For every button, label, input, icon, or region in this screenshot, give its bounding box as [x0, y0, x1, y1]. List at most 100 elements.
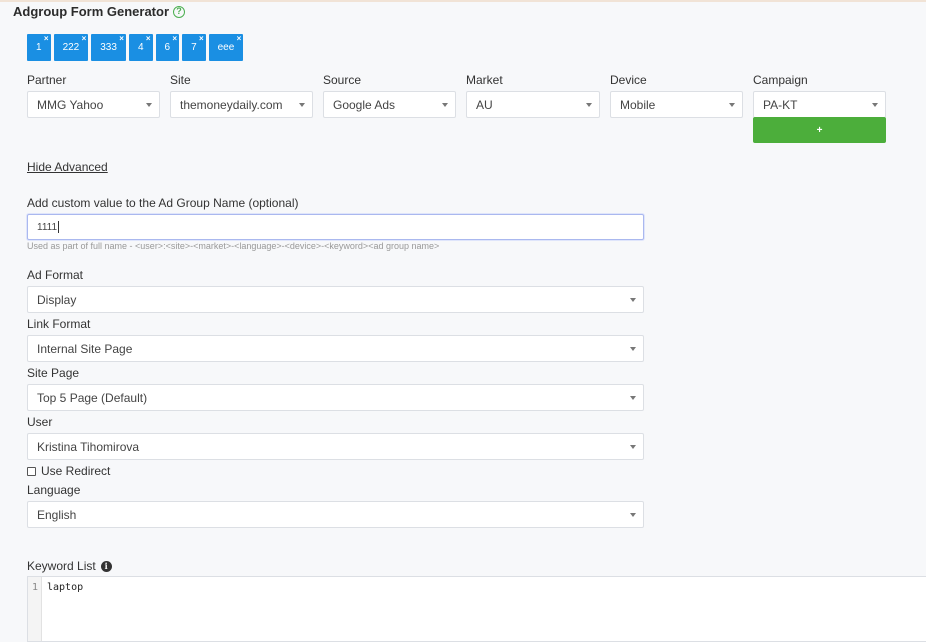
source-select[interactable]: Google Ads — [323, 91, 456, 118]
add-button[interactable]: + — [753, 117, 886, 143]
chevron-down-icon — [146, 102, 152, 107]
top-divider — [0, 0, 926, 2]
use-redirect-label: Use Redirect — [41, 464, 111, 478]
tag-label: eee — [217, 42, 235, 53]
tag-list: 1 × 222 × 333 × 4 × 6 × 7 × eee × — [27, 34, 244, 61]
chevron-down-icon — [299, 102, 305, 107]
campaign-field: Campaign PA-KT — [753, 73, 886, 118]
use-redirect-row[interactable]: Use Redirect — [27, 464, 110, 478]
close-icon[interactable]: × — [44, 35, 49, 43]
chevron-down-icon — [442, 102, 448, 107]
site-value: themoneydaily.com — [180, 97, 283, 112]
tag-chip[interactable]: 7 × — [182, 34, 206, 61]
language-field: Language English — [27, 483, 644, 528]
site-page-label: Site Page — [27, 366, 80, 380]
link-format-label: Link Format — [27, 317, 91, 331]
chevron-down-icon — [630, 395, 636, 400]
user-label: User — [27, 415, 53, 429]
page-title-text: Adgroup Form Generator — [13, 4, 170, 19]
page-title: Adgroup Form Generator ? — [13, 4, 186, 19]
custom-value-text: 1111 — [37, 221, 58, 233]
close-icon[interactable]: × — [172, 35, 177, 43]
campaign-label: Campaign — [753, 73, 808, 87]
user-value: Kristina Tihomirova — [37, 439, 140, 454]
site-page-value: Top 5 Page (Default) — [37, 390, 148, 405]
chevron-down-icon — [872, 102, 878, 107]
market-select[interactable]: AU — [466, 91, 600, 118]
partner-value: MMG Yahoo — [37, 97, 104, 112]
info-circle-icon[interactable]: i — [100, 560, 112, 572]
text-cursor — [58, 221, 60, 233]
line-number-gutter: 1 — [28, 577, 42, 641]
device-label: Device — [610, 73, 647, 87]
ad-format-field: Ad Format Display — [27, 268, 644, 313]
use-redirect-checkbox[interactable] — [27, 466, 36, 476]
tag-label: 1 — [36, 42, 42, 53]
custom-value-label: Add custom value to the Ad Group Name (o… — [27, 196, 299, 210]
tag-label: 222 — [62, 42, 80, 53]
custom-value-field: Add custom value to the Ad Group Name (o… — [27, 196, 644, 240]
link-format-value: Internal Site Page — [37, 341, 133, 356]
market-field: Market AU — [466, 73, 600, 118]
partner-field: Partner MMG Yahoo — [27, 73, 160, 118]
chevron-down-icon — [630, 512, 636, 517]
chevron-down-icon — [630, 346, 636, 351]
campaign-value: PA-KT — [763, 97, 798, 112]
user-field: User Kristina Tihomirova — [27, 415, 644, 460]
site-select[interactable]: themoneydaily.com — [170, 91, 313, 118]
tag-label: 7 — [191, 42, 197, 53]
keyword-list-label-text: Keyword List — [27, 559, 96, 573]
site-field: Site themoneydaily.com — [170, 73, 313, 118]
site-label: Site — [170, 73, 191, 87]
language-value: English — [37, 507, 77, 522]
hide-advanced-link[interactable]: Hide Advanced — [27, 160, 108, 174]
tag-chip[interactable]: 4 × — [128, 34, 153, 61]
chevron-down-icon — [630, 297, 636, 302]
tag-chip[interactable]: 6 × — [155, 34, 180, 61]
tag-chip[interactable]: 222 × — [53, 34, 89, 61]
user-select[interactable]: Kristina Tihomirova — [27, 433, 644, 460]
source-value: Google Ads — [333, 97, 396, 112]
custom-value-hint: Used as part of full name - <user>:<site… — [27, 241, 440, 251]
source-field: Source Google Ads — [323, 73, 456, 118]
tag-label: 6 — [164, 42, 171, 53]
code-line[interactable]: laptop — [47, 582, 83, 593]
tag-chip[interactable]: 1 × — [27, 34, 51, 61]
link-format-field: Link Format Internal Site Page — [27, 317, 644, 362]
source-label: Source — [323, 73, 362, 87]
link-format-select[interactable]: Internal Site Page — [27, 335, 644, 362]
site-page-select[interactable]: Top 5 Page (Default) — [27, 384, 644, 411]
market-label: Market — [466, 73, 503, 87]
keyword-list-editor[interactable]: 1 laptop — [27, 576, 926, 642]
tag-chip[interactable]: eee × — [208, 34, 244, 61]
device-select[interactable]: Mobile — [610, 91, 743, 118]
campaign-select[interactable]: PA-KT — [753, 91, 886, 118]
device-value: Mobile — [620, 97, 656, 112]
code-line-text: laptop — [47, 582, 84, 593]
custom-value-input[interactable]: 1111 — [27, 214, 644, 240]
chevron-down-icon — [630, 444, 636, 449]
question-circle-icon[interactable]: ? — [173, 5, 186, 18]
line-number: 1 — [31, 582, 38, 593]
language-label: Language — [27, 483, 81, 497]
close-icon[interactable]: × — [199, 35, 204, 43]
tag-label: 4 — [137, 42, 144, 53]
market-value: AU — [476, 97, 493, 112]
keyword-list-label: Keyword List i — [27, 559, 112, 573]
ad-format-select[interactable]: Display — [27, 286, 644, 313]
partner-select[interactable]: MMG Yahoo — [27, 91, 160, 118]
partner-label: Partner — [27, 73, 67, 87]
close-icon[interactable]: × — [82, 35, 87, 43]
close-icon[interactable]: × — [119, 35, 124, 43]
tag-label: 333 — [100, 42, 117, 53]
close-icon[interactable]: × — [237, 35, 242, 43]
ad-format-value: Display — [37, 292, 77, 307]
chevron-down-icon — [729, 102, 735, 107]
site-page-field: Site Page Top 5 Page (Default) — [27, 366, 644, 411]
language-select[interactable]: English — [27, 501, 644, 528]
ad-format-label: Ad Format — [27, 268, 84, 282]
close-icon[interactable]: × — [146, 35, 151, 43]
chevron-down-icon — [586, 102, 592, 107]
device-field: Device Mobile — [610, 73, 743, 118]
tag-chip[interactable]: 333 × — [91, 34, 126, 61]
